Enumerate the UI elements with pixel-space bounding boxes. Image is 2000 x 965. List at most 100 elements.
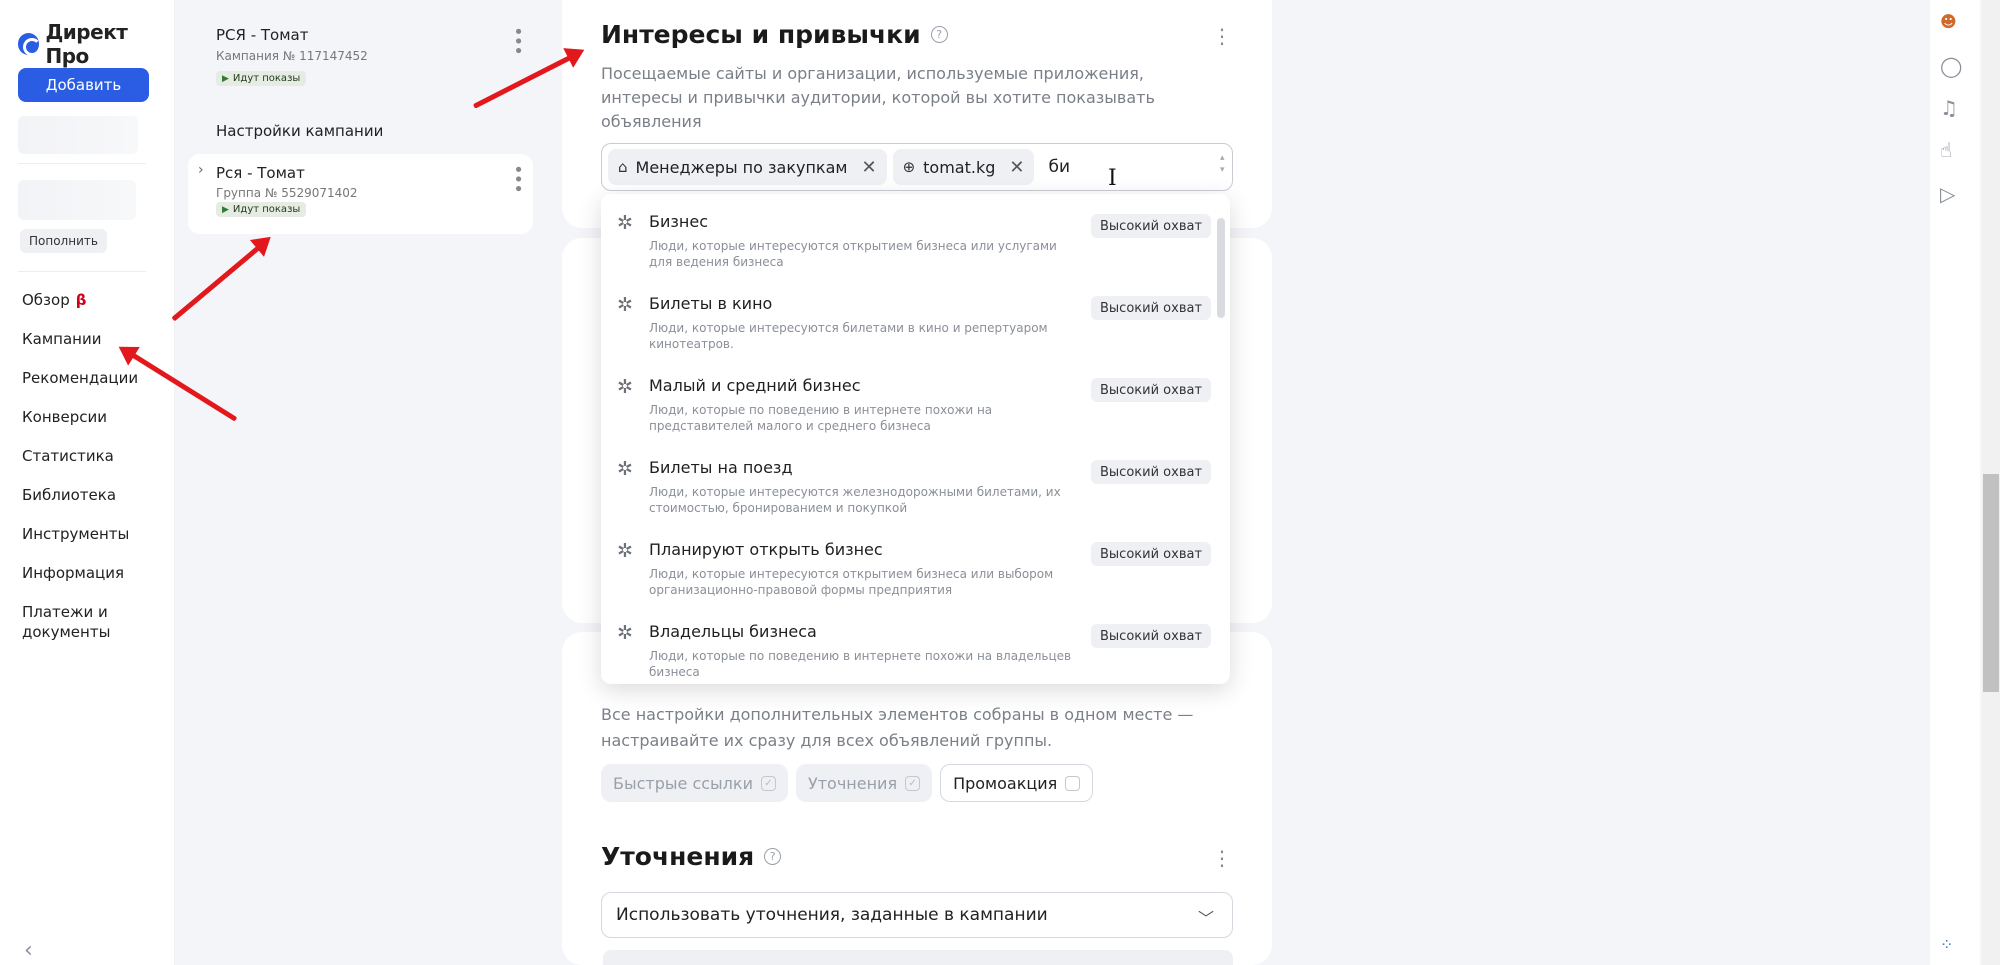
nav-item-recommendations[interactable]: Рекомендации	[22, 368, 142, 388]
suggestion-title: Планируют открыть бизнес	[649, 540, 883, 559]
extras-pills: Быстрые ссылки ✓ Уточнения ✓ Промоакция	[601, 764, 1094, 802]
campaign-number: Кампания № 117147452	[216, 49, 368, 63]
app-logo[interactable]: Директ Про	[18, 20, 174, 68]
check-icon: ✓	[760, 775, 776, 791]
apps-icon[interactable]: ⁘	[1940, 935, 1953, 954]
suggestion-desc: Люди, которые по поведению в интернете п…	[649, 403, 993, 433]
puzzle-icon: ✲	[617, 458, 633, 480]
balance-block	[18, 180, 136, 220]
puzzle-icon: ✲	[617, 540, 633, 562]
pill-label: Быстрые ссылки	[613, 773, 753, 793]
suggestion-item[interactable]: ✲ Билеты на поезд Люди, которые интересу…	[601, 440, 1221, 522]
group-card[interactable]: › Рся - Томат Группа № 5529071402 ▶ Идут …	[188, 154, 533, 234]
suggestion-title: Малый и средний бизнес	[649, 376, 861, 395]
home-puzzle-icon: ⌂	[618, 158, 628, 176]
puzzle-icon: ✲	[617, 212, 633, 234]
thumbs-up-icon[interactable]: ☝	[1940, 138, 1952, 162]
play-icon: ▶	[222, 73, 229, 84]
play-circle-icon[interactable]: ▷	[1940, 182, 1955, 206]
suggestion-item[interactable]: ✲ Малый и средний бизнес Люди, которые п…	[601, 358, 1221, 440]
collapse-sidebar-icon[interactable]: ‹	[24, 938, 33, 963]
globe-icon: ⊕	[902, 158, 916, 176]
campaign-tree-panel	[175, 0, 555, 965]
reach-badge: Высокий охват	[1091, 460, 1212, 484]
suggestion-title: Бизнес	[649, 212, 708, 231]
remove-chip-icon[interactable]: ✕	[1009, 157, 1024, 178]
divider	[18, 163, 146, 164]
interests-input[interactable]: ⌂ Менеджеры по закупкам ✕ ⊕ tomat.kg ✕ б…	[601, 143, 1233, 191]
refinements-title-text: Уточнения	[601, 842, 755, 871]
suggestion-desc: Люди, которые интересуются открытием биз…	[649, 239, 1057, 269]
suggestion-title: Билеты в кино	[649, 294, 773, 313]
nav-item-conversions[interactable]: Конверсии	[22, 407, 142, 427]
nav-label: Обзор	[22, 291, 70, 309]
typed-query[interactable]: би	[1048, 157, 1070, 177]
interests-description: Посещаемые сайты и организации, использу…	[601, 64, 1155, 131]
topup-button[interactable]: Пополнить	[20, 229, 107, 253]
suggestion-item[interactable]: ✲ Планируют открыть бизнес Люди, которые…	[601, 522, 1221, 604]
group-number: Группа № 5529071402	[216, 186, 358, 200]
suggestion-desc: Люди, которые интересуются билетами в ки…	[649, 321, 1048, 351]
nav-item-tools[interactable]: Инструменты	[22, 524, 142, 544]
logo-text: Директ Про	[45, 20, 128, 68]
text-cursor-icon: I	[1108, 166, 1117, 191]
help-icon[interactable]: ?	[930, 26, 948, 43]
campaign-more-icon[interactable]: •••	[507, 26, 528, 55]
suggestions-dropdown: ✲ Бизнес Люди, которые интересуются откр…	[601, 194, 1230, 684]
reach-badge: Высокий охват	[1091, 214, 1212, 238]
help-icon[interactable]: ?	[764, 848, 782, 865]
nav-item-overview[interactable]: Обзор β	[22, 290, 142, 310]
extras-description: Все настройки дополнительных элементов с…	[601, 705, 1194, 750]
nav-item-information[interactable]: Информация	[22, 563, 142, 583]
select-value: Использовать уточнения, заданные в кампа…	[616, 905, 1048, 925]
interests-title-text: Интересы и привычки	[601, 20, 921, 49]
refinements-title: Уточнения ?	[601, 842, 782, 871]
group-more-icon[interactable]: •••	[507, 164, 528, 193]
interests-title: Интересы и привычки ?	[601, 20, 948, 49]
beta-badge: β	[75, 291, 87, 309]
stepper-icon: ▴ ▾	[1220, 153, 1225, 175]
suggestion-item[interactable]: ✲ Владельцы бизнеса Люди, которые по пов…	[601, 604, 1221, 684]
avatar-icon[interactable]: ☻	[1940, 12, 1957, 31]
puzzle-icon: ✲	[617, 294, 633, 316]
reach-badge: Высокий охват	[1091, 624, 1212, 648]
page-scrollbar-thumb[interactable]	[1983, 474, 1999, 692]
suggestion-desc: Люди, которые интересуются открытием биз…	[649, 567, 1054, 597]
remove-chip-icon[interactable]: ✕	[861, 157, 876, 178]
suggestion-desc: Люди, которые по поведению в интернете п…	[649, 649, 1072, 679]
status-badge: ▶ Идут показы	[216, 202, 307, 217]
section-more-icon[interactable]: ⋮	[1212, 846, 1232, 870]
dropdown-scrollbar[interactable]	[1217, 218, 1225, 318]
direct-logo-icon	[18, 33, 42, 56]
campaign-item[interactable]: РСЯ - Томат Кампания № 117147452 ▶ Идут п…	[216, 26, 368, 86]
chevron-right-icon[interactable]: ›	[198, 162, 204, 178]
nav-item-statistics[interactable]: Статистика	[22, 446, 142, 466]
section-more-icon[interactable]: ⋮	[1212, 24, 1232, 48]
refinements-select[interactable]: Использовать уточнения, заданные в кампа…	[601, 892, 1233, 938]
puzzle-icon: ✲	[617, 622, 633, 644]
interest-chip[interactable]: ⌂ Менеджеры по закупкам ✕	[608, 149, 887, 185]
interest-chip[interactable]: ⊕ tomat.kg ✕	[892, 149, 1035, 185]
nav-item-payments[interactable]: Платежи и документы	[22, 602, 142, 642]
suggestion-item[interactable]: ✲ Билеты в кино Люди, которые интересуют…	[601, 276, 1221, 358]
campaign-settings-link[interactable]: Настройки кампании	[216, 122, 383, 140]
play-icon: ▶	[222, 204, 229, 215]
left-sidebar: Директ Про Добавить Пополнить Обзор β Кам…	[0, 0, 175, 965]
suggestion-item[interactable]: ✲ Бизнес Люди, которые интересуются откр…	[601, 194, 1221, 276]
suggestion-desc: Люди, которые интересуются железнодорожн…	[649, 485, 1061, 515]
chip-label: Менеджеры по закупкам	[635, 157, 848, 177]
nav-item-library[interactable]: Библиотека	[22, 485, 142, 505]
suggestion-title: Билеты на поезд	[649, 458, 793, 477]
status-text: Идут показы	[232, 73, 301, 84]
bell-icon[interactable]: ♫	[1940, 96, 1958, 120]
checkbox-icon[interactable]	[1065, 775, 1081, 791]
reach-badge: Высокий охват	[1091, 296, 1212, 320]
add-button[interactable]: Добавить	[18, 68, 149, 102]
promo-toggle[interactable]: Промоакция	[940, 764, 1094, 802]
chevron-down-icon: ﹀	[1197, 909, 1214, 928]
group-title: Рся - Томат	[216, 164, 305, 182]
chat-icon[interactable]: ◯	[1940, 54, 1962, 78]
pill-label: Уточнения	[807, 773, 898, 793]
refinements-toggle[interactable]: Уточнения ✓	[795, 764, 933, 802]
quick-links-toggle[interactable]: Быстрые ссылки ✓	[601, 764, 788, 802]
